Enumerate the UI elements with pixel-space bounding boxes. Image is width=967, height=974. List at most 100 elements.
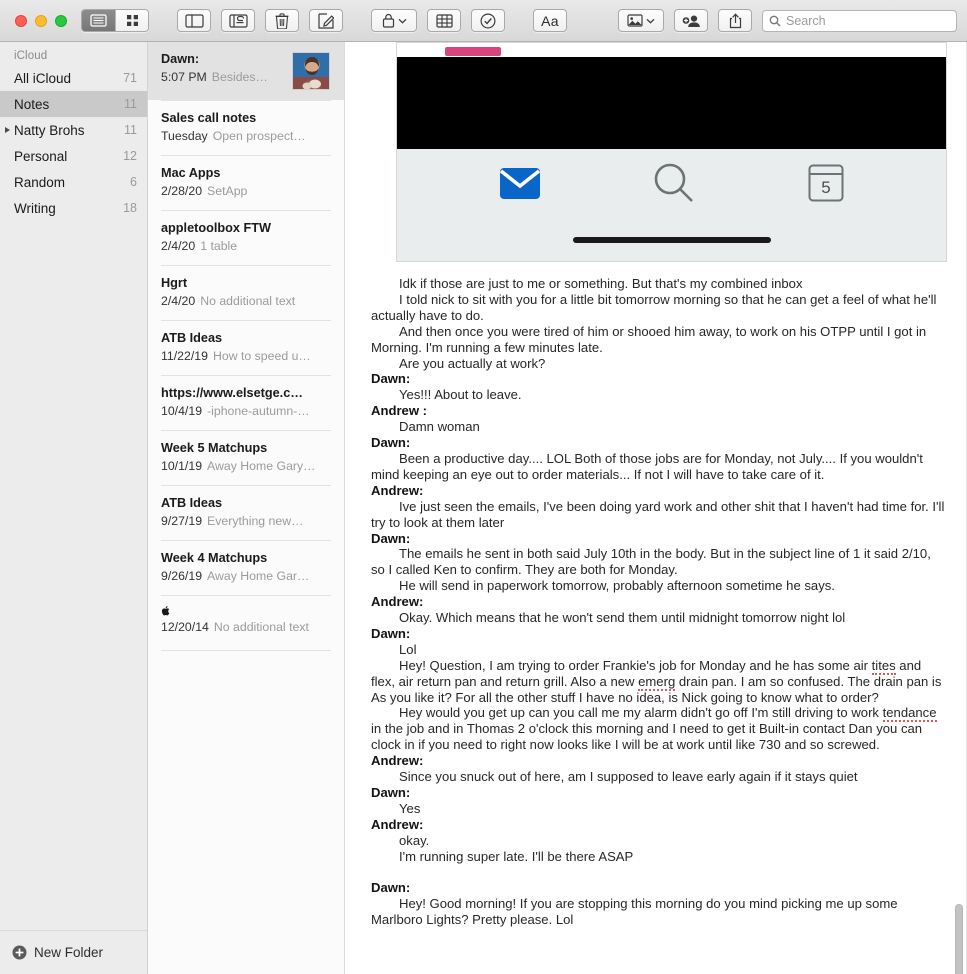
note-speaker-label: Andrew: (371, 816, 424, 832)
checklist-button[interactable] (471, 9, 505, 32)
format-button[interactable]: Aa (533, 9, 567, 32)
note-item-subtitle: 12/20/14 No additional text (161, 619, 330, 635)
note-item-snippet: Open prospect… (212, 129, 306, 143)
note-paragraph: Are you actually at work? (399, 355, 546, 371)
notes-list[interactable]: Dawn: 5:07 PM Besides… Sales call notes Tues… (148, 42, 345, 974)
note-editor[interactable]: 5 Idk if those are just to me or somethi… (345, 42, 967, 974)
add-person-icon (682, 15, 700, 27)
note-speaker-label: Dawn: (371, 785, 411, 800)
note-item-text: ATB Ideas 11/22/19 How to speed u… (161, 330, 330, 365)
note-item-date: 10/4/19 (161, 404, 203, 418)
note-paragraph: The emails he sent in both said July 10t… (371, 546, 931, 578)
note-list-item[interactable]: appletoolbox FTW 2/4/20 1 table (148, 211, 344, 265)
note-list-item[interactable]: https://www.elsetge.c… 10/4/19 -iphone-aut… (148, 376, 344, 430)
new-folder-label: New Folder (34, 945, 104, 960)
note-paragraph: Been a productive day.... LOL Both of th… (371, 450, 923, 482)
attachments-browser-button[interactable] (221, 9, 255, 32)
sidebar-item-all-icloud[interactable]: All iCloud 71 (0, 65, 147, 91)
add-people-button[interactable] (674, 9, 708, 32)
ios-home-indicator (572, 237, 771, 243)
note-list-item[interactable]: Week 4 Matchups 9/26/19 Away Home Gar… (148, 541, 344, 595)
note-item-subtitle: 5:07 PM Besides… (161, 69, 286, 85)
note-item-text: Week 4 Matchups 9/26/19 Away Home Gar… (161, 550, 330, 585)
sidebar-item-label: Personal (14, 148, 68, 164)
insert-table-button[interactable] (427, 9, 461, 32)
embedded-screenshot-attachment[interactable]: 5 (396, 42, 947, 262)
calendar-icon[interactable]: 5 (808, 164, 844, 202)
note-item-subtitle: 10/1/19 Away Home Gary… (161, 458, 330, 474)
note-list-item[interactable]: Mac Apps 2/28/20 SetApp (148, 156, 344, 210)
sidebar-item-count: 6 (130, 175, 137, 189)
sidebar-toggle-button[interactable] (177, 9, 211, 32)
note-speaker-label: Dawn: (371, 530, 411, 546)
note-list-item[interactable]: Hgrt 2/4/20 No additional text (148, 266, 344, 320)
note-paragraph: Hey! Good morning! If you are stopping t… (371, 896, 898, 928)
note-speaker-label: Andrew : (371, 403, 428, 419)
disclosure-triangle-icon[interactable] (5, 127, 10, 133)
new-note-button[interactable] (309, 9, 343, 32)
note-item-snippet: No additional text (200, 294, 296, 308)
sidebar-item-random[interactable]: Random 6 (0, 169, 147, 195)
note-item-snippet: -iphone-autumn-… (207, 404, 310, 418)
sidebar-item-label: Random (14, 174, 66, 190)
note-paragraph: Yes!!! About to leave. (399, 387, 522, 403)
note-item-text: https://www.elsetge.c… 10/4/19 -iphone-aut… (161, 385, 330, 420)
note-list-item[interactable]: ATB Ideas 9/27/19 Everything new… (148, 486, 344, 540)
sidebar-item-writing[interactable]: Writing 18 (0, 195, 147, 221)
checkmark-circle-icon (480, 12, 496, 29)
note-item-title (161, 605, 330, 617)
search-field[interactable]: Search (762, 9, 957, 32)
sidebar-item-label: Natty Brohs (14, 122, 85, 138)
share-icon (729, 12, 741, 28)
scrollbar-thumb[interactable] (955, 904, 963, 974)
grid-view-icon (126, 15, 138, 26)
note-item-thumbnail (292, 52, 330, 90)
new-folder-button[interactable]: New Folder (0, 930, 147, 974)
chevron-down-icon (398, 18, 406, 24)
note-paragraph: I'm running super late. I'll be there AS… (399, 848, 634, 864)
close-button[interactable] (15, 14, 27, 27)
note-item-subtitle: 2/28/20 SetApp (161, 183, 330, 199)
list-view-button[interactable] (82, 10, 115, 31)
note-list-item[interactable]: Week 5 Matchups 10/1/19 Away Home Gary… (148, 431, 344, 485)
note-paragraph: Yes (399, 800, 421, 816)
note-item-date: 9/27/19 (161, 514, 203, 528)
note-item-date: 2/28/20 (161, 184, 203, 198)
note-body-text[interactable]: Idk if those are just to me or something… (371, 262, 945, 928)
delete-note-button[interactable] (265, 9, 299, 32)
lock-note-button[interactable] (371, 9, 417, 32)
note-item-snippet: Away Home Gary… (207, 459, 316, 473)
zoom-button[interactable] (55, 14, 67, 27)
minimize-button[interactable] (35, 14, 47, 27)
note-item-text: Week 5 Matchups 10/1/19 Away Home Gary… (161, 440, 330, 475)
note-paragraph: Since you snuck out of here, am I suppos… (399, 769, 858, 785)
vertical-scrollbar[interactable] (955, 160, 963, 974)
mail-icon[interactable] (499, 167, 541, 200)
note-item-subtitle: 9/26/19 Away Home Gar… (161, 568, 330, 584)
grid-view-button[interactable] (115, 10, 148, 31)
chevron-down-icon (646, 18, 655, 24)
note-item-title: Sales call notes (161, 111, 257, 125)
search-icon[interactable] (652, 161, 696, 205)
sidebar-item-personal[interactable]: Personal 12 (0, 143, 147, 169)
sidebar-item-notes[interactable]: Notes 11 (0, 91, 147, 117)
note-list-item[interactable]: 12/20/14 No additional text (148, 596, 344, 650)
note-item-title: appletoolbox FTW (161, 221, 271, 235)
note-list-item[interactable]: ATB Ideas 11/22/19 How to speed u… (148, 321, 344, 375)
sidebar-item-natty-brohs[interactable]: Natty Brohs 11 (0, 117, 147, 143)
note-item-text: ATB Ideas 9/27/19 Everything new… (161, 495, 330, 530)
view-mode-segmented-control[interactable] (81, 9, 149, 32)
share-button[interactable] (718, 9, 752, 32)
note-speaker-label: Dawn: (371, 880, 411, 896)
note-paragraph: Hey would you get up can you call me my … (371, 705, 937, 753)
note-list-item[interactable]: Sales call notes Tuesday Open prospect… (148, 101, 344, 155)
note-item-snippet: 1 table (200, 239, 238, 253)
sidebar-item-count: 71 (123, 71, 137, 85)
note-paragraph: I told nick to sit with you for a little… (371, 291, 937, 323)
note-item-title: Hgrt (161, 276, 188, 290)
insert-media-button[interactable] (618, 9, 664, 32)
sidebar-list: All iCloud 71 Notes 11 Natty Brohs 11 Personal… (0, 65, 147, 930)
table-icon (435, 13, 453, 28)
photo-thumbnail-icon (293, 53, 329, 89)
note-list-item[interactable]: Dawn: 5:07 PM Besides… (148, 42, 344, 100)
